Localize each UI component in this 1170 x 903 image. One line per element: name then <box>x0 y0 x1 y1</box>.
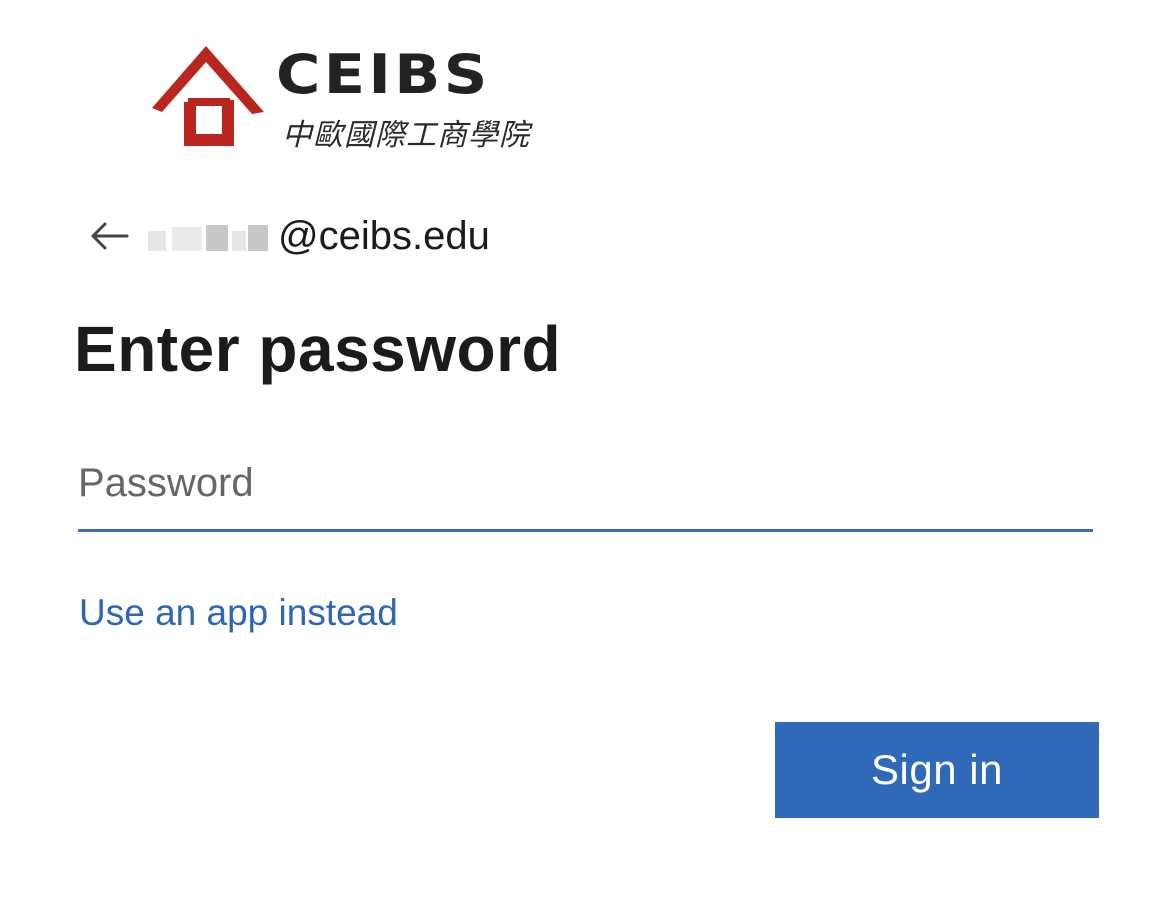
identity-email: @ceibs.edu <box>148 214 490 259</box>
password-input[interactable] <box>78 446 1093 532</box>
logo-wordmark: CEIBS <box>276 43 491 106</box>
back-button[interactable] <box>86 213 132 259</box>
identity-banner: @ceibs.edu <box>86 210 490 262</box>
page-title: Enter password <box>74 313 562 385</box>
ceibs-logo: CEIBS 中歐國際工商學院 <box>148 42 529 154</box>
identity-email-suffix: @ceibs.edu <box>278 213 490 258</box>
sign-in-button[interactable]: Sign in <box>775 722 1099 818</box>
logo-subtitle: 中歐國際工商學院 <box>282 118 530 153</box>
arrow-left-icon <box>91 222 129 250</box>
redacted-username <box>148 223 274 253</box>
ceibs-emblem-icon <box>152 46 264 146</box>
use-app-instead-link[interactable]: Use an app instead <box>79 592 398 634</box>
